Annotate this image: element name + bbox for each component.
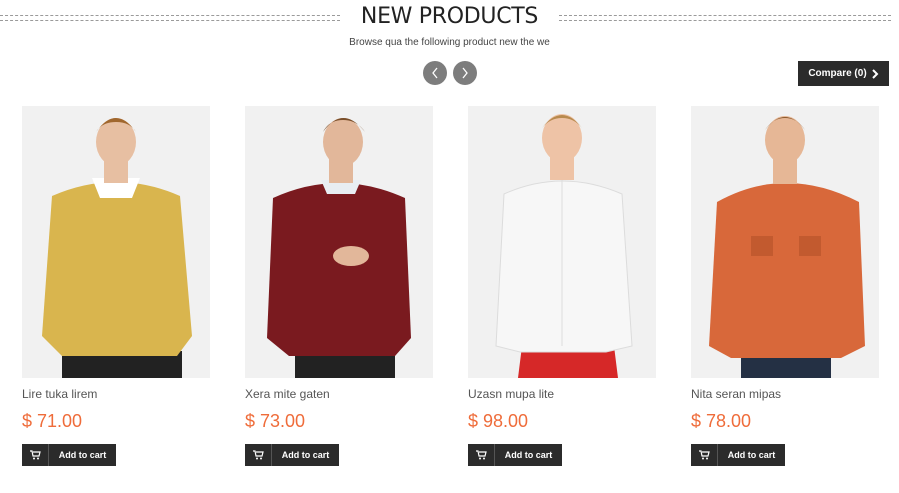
product-price: $ 98.00 [468, 411, 529, 431]
product-card: Xera mite gaten $ 73.00 Add to cart [245, 106, 433, 466]
decorative-divider-left [0, 15, 340, 21]
section-subtitle: Browse qua the following product new the… [349, 37, 550, 48]
model-photo [468, 106, 656, 378]
model-photo [22, 106, 210, 378]
section-title: NEW PRODUCTS [360, 4, 539, 29]
cart-icon [691, 444, 718, 466]
add-to-cart-button[interactable]: Add to cart [22, 444, 116, 466]
model-photo [245, 106, 433, 378]
new-products-section: NEW PRODUCTS Browse qua the following pr… [0, 0, 899, 493]
product-image[interactable] [22, 106, 210, 378]
cart-icon [22, 444, 49, 466]
add-to-cart-label: Add to cart [58, 450, 107, 460]
cart-icon [468, 444, 495, 466]
product-name[interactable]: Lire tuka lirem [22, 387, 97, 401]
product-name[interactable]: Nita seran mipas [691, 387, 781, 401]
product-price: $ 78.00 [691, 411, 752, 431]
product-card: Nita seran mipas $ 78.00 Add to cart [691, 106, 879, 466]
add-to-cart-label: Add to cart [281, 450, 330, 460]
product-price: $ 73.00 [245, 411, 306, 431]
add-to-cart-label: Add to cart [727, 450, 776, 460]
product-card: Lire tuka lirem $ 71.00 Add to cart [22, 106, 210, 466]
add-to-cart-button[interactable]: Add to cart [245, 444, 339, 466]
chevron-right-icon [462, 67, 468, 79]
carousel-next-button[interactable] [453, 61, 477, 85]
model-photo [691, 106, 879, 378]
section-header: NEW PRODUCTS [0, 4, 899, 34]
compare-button[interactable]: Compare (0) [798, 61, 889, 86]
product-name[interactable]: Uzasn mupa lite [468, 387, 554, 401]
cart-icon [245, 444, 272, 466]
add-to-cart-label: Add to cart [504, 450, 553, 460]
add-to-cart-button[interactable]: Add to cart [691, 444, 785, 466]
product-name[interactable]: Xera mite gaten [245, 387, 330, 401]
chevron-left-icon [432, 67, 438, 79]
compare-label: Compare (0) [808, 68, 867, 79]
decorative-divider-right [559, 15, 891, 21]
product-image[interactable] [468, 106, 656, 378]
carousel-prev-button[interactable] [423, 61, 447, 85]
product-image[interactable] [691, 106, 879, 378]
product-price: $ 71.00 [22, 411, 83, 431]
product-card: Uzasn mupa lite $ 98.00 Add to cart [468, 106, 656, 466]
product-image[interactable] [245, 106, 433, 378]
chevron-right-icon [871, 68, 879, 79]
add-to-cart-button[interactable]: Add to cart [468, 444, 562, 466]
